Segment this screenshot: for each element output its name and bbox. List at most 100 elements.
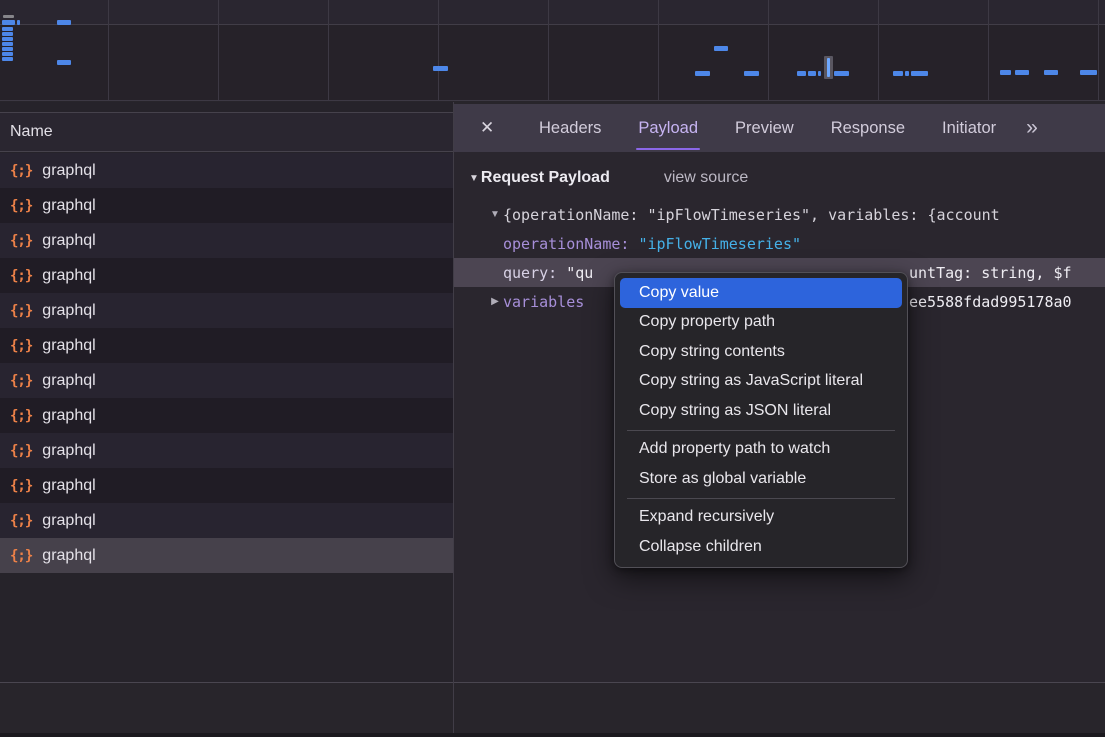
- screenshot-stage: Name {;}graphql{;}graphql{;}graphql{;}gr…: [0, 0, 1110, 740]
- tab-response[interactable]: Response: [831, 104, 905, 152]
- request-name-label: graphql: [42, 372, 95, 390]
- devtools-window: Name {;}graphql{;}graphql{;}graphql{;}gr…: [0, 0, 1105, 737]
- request-timing-bar: [2, 37, 13, 41]
- request-name-label: graphql: [42, 197, 95, 215]
- expand-caret-icon[interactable]: ▼: [487, 209, 503, 220]
- request-timing-bar: [744, 71, 759, 76]
- overview-gridline: [328, 0, 329, 101]
- property-value: "ipFlowTimeseries": [638, 235, 801, 253]
- request-row-graphql[interactable]: {;}graphql: [0, 293, 453, 328]
- request-row-graphql[interactable]: {;} graphql: [0, 363, 453, 398]
- menu-item-copy-property-path[interactable]: Copy property path: [615, 308, 907, 338]
- json-braces-icon: {;}: [10, 373, 32, 389]
- root-object-preview: {operationName: "ipFlowTimeseries", vari…: [503, 206, 1000, 224]
- request-name-label: graphql: [42, 512, 95, 530]
- request-name-label: graphql: [42, 407, 95, 425]
- request-name-label: graphql: [42, 302, 95, 320]
- window-bottom-edge: [0, 733, 1105, 737]
- menu-item-copy-string-as-json-literal[interactable]: Copy string as JSON literal: [615, 396, 907, 426]
- section-title: Request Payload: [481, 169, 610, 187]
- request-timing-bar: [2, 57, 13, 61]
- close-icon[interactable]: ✕: [480, 118, 502, 138]
- details-tab-bar: ✕ Headers Payload Preview Response Initiator…: [454, 104, 1105, 152]
- context-menu: Copy valueCopy property pathCopy string …: [614, 272, 908, 568]
- request-row-graphql[interactable]: {;}graphql: [0, 328, 453, 363]
- tab-initiator[interactable]: Initiator: [942, 104, 996, 152]
- overview-timeline-band: [0, 0, 1105, 25]
- request-row-graphql[interactable]: {;} graphql: [0, 538, 453, 573]
- request-timing-bar: [3, 15, 14, 18]
- property-key: query:: [503, 264, 557, 282]
- request-row-graphql[interactable]: {;}graphql: [0, 468, 453, 503]
- section-collapse-icon[interactable]: ▼: [469, 173, 479, 184]
- request-list-panel: Name {;}graphql{;}graphql{;}graphql{;}gr…: [0, 102, 454, 682]
- request-payload-section-header[interactable]: ▼ Request Payload view source: [454, 165, 1105, 191]
- overview-gridline: [1098, 0, 1099, 101]
- tree-row-operation-name[interactable]: operationName: "ipFlowTimeseries": [454, 229, 1105, 258]
- request-timing-bar: [1044, 70, 1058, 75]
- json-braces-icon: {;}: [10, 548, 32, 564]
- request-timing-bar: [714, 46, 728, 51]
- request-timing-bar: [695, 71, 710, 76]
- view-source-link[interactable]: view source: [664, 169, 748, 187]
- json-braces-icon: {;}: [10, 443, 32, 459]
- request-timing-bar: [818, 71, 821, 76]
- json-braces-icon: {;}: [10, 513, 32, 529]
- tab-headers[interactable]: Headers: [539, 104, 601, 152]
- request-timing-bar: [2, 42, 13, 46]
- request-timing-bar: [1000, 70, 1011, 75]
- json-braces-icon: {;}: [10, 268, 32, 284]
- tree-row-root[interactable]: ▼ {operationName: "ipFlowTimeseries", va…: [454, 200, 1105, 229]
- json-braces-icon: {;}: [10, 233, 32, 249]
- request-row-graphql[interactable]: {;} graphql: [0, 153, 453, 188]
- request-row-graphql[interactable]: {;} graphql: [0, 433, 453, 468]
- request-timing-bar: [1080, 70, 1097, 75]
- network-overview-strip[interactable]: [0, 0, 1105, 101]
- request-row-graphql[interactable]: {;} graphql: [0, 223, 453, 258]
- name-column-label: Name: [10, 123, 53, 141]
- more-tabs-icon[interactable]: »: [1026, 116, 1036, 140]
- menu-item-collapse-children[interactable]: Collapse children: [615, 532, 907, 562]
- overview-gridline: [878, 0, 879, 101]
- request-name-label: graphql: [42, 477, 95, 495]
- json-braces-icon: {;}: [10, 408, 32, 424]
- menu-item-copy-value[interactable]: Copy value: [620, 278, 902, 308]
- request-timing-bar: [2, 27, 13, 31]
- json-braces-icon: {;}: [10, 163, 32, 179]
- summary-footer-bar: [0, 682, 1105, 733]
- collapsed-caret-icon[interactable]: ▶: [487, 296, 503, 307]
- menu-item-add-property-path-to-watch[interactable]: Add property path to watch: [615, 435, 907, 465]
- request-timing-bar: [2, 52, 13, 56]
- request-row-graphql[interactable]: {;} graphql: [0, 398, 453, 433]
- name-column-header[interactable]: Name: [0, 112, 453, 152]
- tab-preview[interactable]: Preview: [735, 104, 794, 152]
- request-rows: {;} graphql {;} graphql {;} graphql {;} graphql…: [0, 153, 453, 573]
- tab-payload[interactable]: Payload: [638, 104, 698, 152]
- overview-gridline: [438, 0, 439, 101]
- request-name-label: graphql: [42, 547, 95, 565]
- request-timing-bar: [808, 71, 816, 76]
- overview-gridline: [988, 0, 989, 101]
- request-timing-bar: [57, 60, 71, 65]
- property-key: operationName:: [503, 235, 629, 253]
- request-row-graphql[interactable]: {;}graphql: [0, 188, 453, 223]
- json-braces-icon: {;}: [10, 338, 32, 354]
- menu-item-copy-string-as-javascript-literal[interactable]: Copy string as JavaScript literal: [615, 367, 907, 397]
- request-timing-bar: [433, 66, 448, 71]
- property-value-left-fragment: "qu: [557, 264, 593, 282]
- request-timing-bar: [893, 71, 903, 76]
- request-timing-bar: [827, 58, 830, 77]
- request-timing-bar: [1015, 70, 1029, 75]
- request-row-graphql[interactable]: {;}graphql: [0, 258, 453, 293]
- menu-item-store-as-global-variable[interactable]: Store as global variable: [615, 464, 907, 494]
- menu-separator: [627, 498, 895, 499]
- request-row-graphql[interactable]: {;} graphql: [0, 503, 453, 538]
- panel-divider: [453, 682, 454, 733]
- request-name-label: graphql: [42, 232, 95, 250]
- menu-item-copy-string-contents[interactable]: Copy string contents: [615, 337, 907, 367]
- tabs-holder: Headers Payload Preview Response Initiator: [502, 104, 996, 152]
- overview-gridline: [658, 0, 659, 101]
- request-name-label: graphql: [42, 162, 95, 180]
- menu-item-expand-recursively[interactable]: Expand recursively: [615, 503, 907, 533]
- request-name-label: graphql: [42, 442, 95, 460]
